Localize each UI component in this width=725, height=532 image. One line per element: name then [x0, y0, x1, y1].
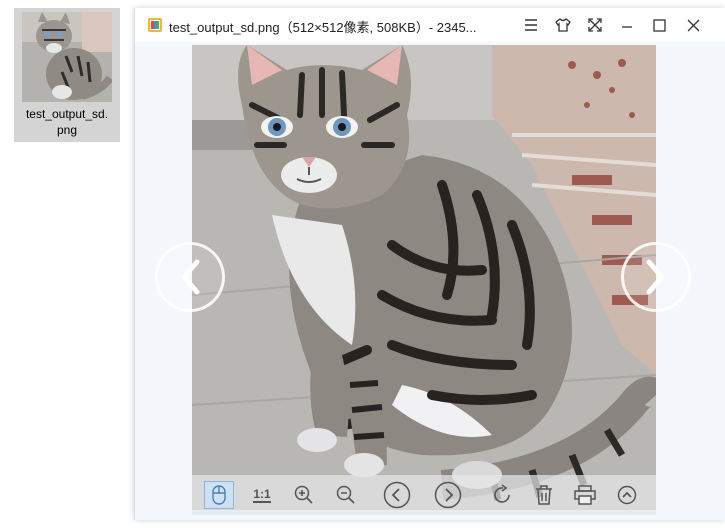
fullscreen-icon[interactable]	[583, 14, 607, 36]
circle-left-icon	[383, 481, 411, 509]
next-image-button[interactable]	[621, 242, 691, 312]
hand-tool-button[interactable]	[204, 481, 234, 509]
bottom-toolbar: 1:1	[192, 475, 656, 515]
zoom-in-button[interactable]	[289, 481, 319, 509]
zoom-out-icon	[336, 485, 355, 504]
skin-icon[interactable]	[551, 14, 575, 36]
actual-size-label: 1:1	[253, 486, 271, 503]
previous-image-button[interactable]	[155, 242, 225, 312]
maximize-icon[interactable]	[647, 14, 671, 36]
close-icon[interactable]	[681, 14, 705, 36]
trash-icon	[536, 485, 552, 505]
chevron-right-icon	[646, 259, 665, 295]
minimize-icon[interactable]	[615, 14, 639, 36]
delete-button[interactable]	[529, 481, 559, 509]
circle-right-icon	[434, 481, 462, 509]
image-canvas[interactable]: 1:1	[135, 42, 725, 520]
mouse-icon	[212, 485, 226, 505]
menu-icon[interactable]	[519, 14, 543, 36]
displayed-image	[192, 45, 656, 510]
actual-size-button[interactable]: 1:1	[247, 481, 277, 509]
rotate-button[interactable]	[488, 481, 518, 509]
previous-button[interactable]	[382, 481, 412, 509]
next-button[interactable]	[433, 481, 463, 509]
zoom-in-icon	[294, 485, 313, 504]
more-button[interactable]	[612, 481, 642, 509]
title-bar[interactable]: test_output_sd.png（512×512像素, 508KB）- 23…	[135, 8, 725, 42]
print-button[interactable]	[570, 481, 600, 509]
printer-icon	[574, 485, 596, 505]
desktop-file-thumbnail	[22, 12, 112, 102]
app-logo-icon	[147, 17, 163, 33]
image-viewer-window: test_output_sd.png（512×512像素, 508KB）- 23…	[134, 8, 725, 520]
chevron-up-circle-icon	[617, 485, 637, 505]
desktop-file-label: test_output_sd. png	[25, 107, 109, 137]
desktop-file-icon[interactable]: test_output_sd. png	[14, 8, 120, 142]
rotate-icon	[494, 484, 510, 503]
window-title: test_output_sd.png（512×512像素, 508KB）- 23…	[169, 20, 477, 35]
zoom-out-button[interactable]	[331, 481, 361, 509]
chevron-left-icon	[181, 259, 200, 295]
